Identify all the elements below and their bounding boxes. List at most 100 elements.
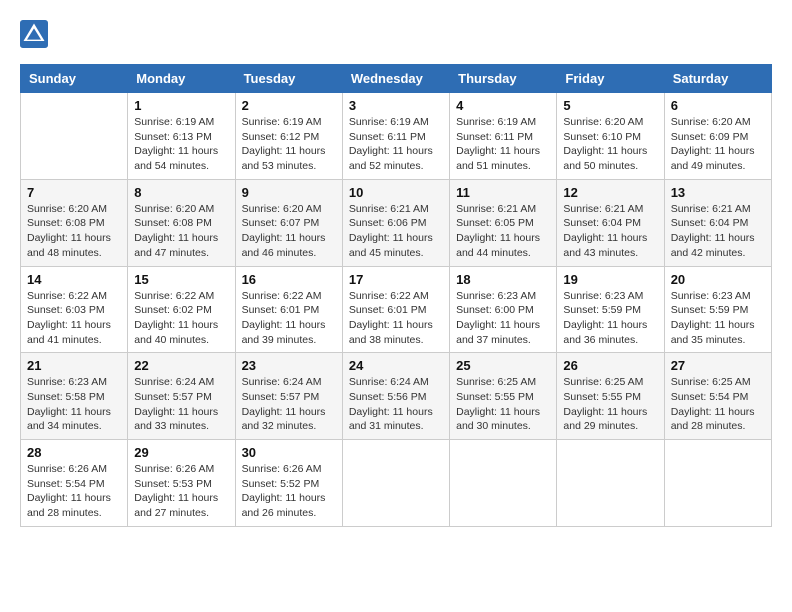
- day-info: Sunrise: 6:20 AM Sunset: 6:10 PM Dayligh…: [563, 115, 657, 174]
- calendar-day-cell: 15 Sunrise: 6:22 AM Sunset: 6:02 PM Dayli…: [128, 266, 235, 353]
- calendar-day-cell: 17 Sunrise: 6:22 AM Sunset: 6:01 PM Dayli…: [342, 266, 449, 353]
- day-info: Sunrise: 6:22 AM Sunset: 6:01 PM Dayligh…: [242, 289, 336, 348]
- calendar-day-cell: 26 Sunrise: 6:25 AM Sunset: 5:55 PM Dayli…: [557, 353, 664, 440]
- day-number: 29: [134, 445, 228, 460]
- day-info: Sunrise: 6:20 AM Sunset: 6:08 PM Dayligh…: [27, 202, 121, 261]
- page-header: [20, 20, 772, 48]
- calendar-week-row: 7 Sunrise: 6:20 AM Sunset: 6:08 PM Daylig…: [21, 179, 772, 266]
- calendar-week-row: 28 Sunrise: 6:26 AM Sunset: 5:54 PM Dayli…: [21, 440, 772, 527]
- day-info: Sunrise: 6:21 AM Sunset: 6:04 PM Dayligh…: [563, 202, 657, 261]
- day-info: Sunrise: 6:22 AM Sunset: 6:01 PM Dayligh…: [349, 289, 443, 348]
- calendar-day-cell: 22 Sunrise: 6:24 AM Sunset: 5:57 PM Dayli…: [128, 353, 235, 440]
- calendar-day-cell: [21, 93, 128, 180]
- calendar-day-cell: 18 Sunrise: 6:23 AM Sunset: 6:00 PM Dayli…: [450, 266, 557, 353]
- day-number: 11: [456, 185, 550, 200]
- logo-icon: [20, 20, 48, 48]
- calendar-day-cell: 11 Sunrise: 6:21 AM Sunset: 6:05 PM Dayli…: [450, 179, 557, 266]
- day-info: Sunrise: 6:21 AM Sunset: 6:05 PM Dayligh…: [456, 202, 550, 261]
- calendar-day-cell: 27 Sunrise: 6:25 AM Sunset: 5:54 PM Dayli…: [664, 353, 771, 440]
- calendar-day-cell: 20 Sunrise: 6:23 AM Sunset: 5:59 PM Dayli…: [664, 266, 771, 353]
- calendar-day-cell: [450, 440, 557, 527]
- calendar-day-header: Tuesday: [235, 65, 342, 93]
- day-number: 10: [349, 185, 443, 200]
- calendar-day-cell: 3 Sunrise: 6:19 AM Sunset: 6:11 PM Daylig…: [342, 93, 449, 180]
- calendar-day-header: Friday: [557, 65, 664, 93]
- calendar-week-row: 1Sunrise: 6:19 AM Sunset: 6:13 PM Daylig…: [21, 93, 772, 180]
- calendar-day-cell: 6 Sunrise: 6:20 AM Sunset: 6:09 PM Daylig…: [664, 93, 771, 180]
- day-info: Sunrise: 6:19 AM Sunset: 6:13 PM Dayligh…: [134, 115, 228, 174]
- day-number: 6: [671, 98, 765, 113]
- calendar-day-cell: 8Sunrise: 6:20 AM Sunset: 6:08 PM Daylig…: [128, 179, 235, 266]
- calendar-table: SundayMondayTuesdayWednesdayThursdayFrid…: [20, 64, 772, 527]
- day-number: 24: [349, 358, 443, 373]
- day-info: Sunrise: 6:21 AM Sunset: 6:06 PM Dayligh…: [349, 202, 443, 261]
- day-info: Sunrise: 6:22 AM Sunset: 6:02 PM Dayligh…: [134, 289, 228, 348]
- day-info: Sunrise: 6:20 AM Sunset: 6:08 PM Dayligh…: [134, 202, 228, 261]
- calendar-day-cell: [342, 440, 449, 527]
- calendar-day-cell: 16 Sunrise: 6:22 AM Sunset: 6:01 PM Dayli…: [235, 266, 342, 353]
- calendar-day-header: Saturday: [664, 65, 771, 93]
- day-number: 23: [242, 358, 336, 373]
- day-number: 30: [242, 445, 336, 460]
- day-info: Sunrise: 6:19 AM Sunset: 6:11 PM Dayligh…: [456, 115, 550, 174]
- calendar-day-cell: 10 Sunrise: 6:21 AM Sunset: 6:06 PM Dayli…: [342, 179, 449, 266]
- day-number: 25: [456, 358, 550, 373]
- calendar-day-cell: 25 Sunrise: 6:25 AM Sunset: 5:55 PM Dayli…: [450, 353, 557, 440]
- day-number: 3: [349, 98, 443, 113]
- calendar-day-cell: 28 Sunrise: 6:26 AM Sunset: 5:54 PM Dayli…: [21, 440, 128, 527]
- calendar-day-cell: 24 Sunrise: 6:24 AM Sunset: 5:56 PM Dayli…: [342, 353, 449, 440]
- day-info: Sunrise: 6:25 AM Sunset: 5:54 PM Dayligh…: [671, 375, 765, 434]
- day-number: 15: [134, 272, 228, 287]
- calendar-day-header: Wednesday: [342, 65, 449, 93]
- calendar-week-row: 14Sunrise: 6:22 AM Sunset: 6:03 PM Dayli…: [21, 266, 772, 353]
- day-info: Sunrise: 6:25 AM Sunset: 5:55 PM Dayligh…: [456, 375, 550, 434]
- day-number: 21: [27, 358, 121, 373]
- day-number: 19: [563, 272, 657, 287]
- calendar-day-cell: [664, 440, 771, 527]
- calendar-day-cell: 21 Sunrise: 6:23 AM Sunset: 5:58 PM Dayli…: [21, 353, 128, 440]
- day-info: Sunrise: 6:21 AM Sunset: 6:04 PM Dayligh…: [671, 202, 765, 261]
- day-number: 27: [671, 358, 765, 373]
- day-number: 26: [563, 358, 657, 373]
- day-info: Sunrise: 6:26 AM Sunset: 5:53 PM Dayligh…: [134, 462, 228, 521]
- day-number: 28: [27, 445, 121, 460]
- day-info: Sunrise: 6:23 AM Sunset: 6:00 PM Dayligh…: [456, 289, 550, 348]
- calendar-day-cell: 23 Sunrise: 6:24 AM Sunset: 5:57 PM Dayli…: [235, 353, 342, 440]
- day-info: Sunrise: 6:26 AM Sunset: 5:52 PM Dayligh…: [242, 462, 336, 521]
- day-number: 22: [134, 358, 228, 373]
- day-number: 20: [671, 272, 765, 287]
- calendar-day-header: Sunday: [21, 65, 128, 93]
- calendar-day-cell: 29 Sunrise: 6:26 AM Sunset: 5:53 PM Dayli…: [128, 440, 235, 527]
- calendar-day-cell: 5 Sunrise: 6:20 AM Sunset: 6:10 PM Daylig…: [557, 93, 664, 180]
- calendar-day-cell: 12 Sunrise: 6:21 AM Sunset: 6:04 PM Dayli…: [557, 179, 664, 266]
- calendar-week-row: 21 Sunrise: 6:23 AM Sunset: 5:58 PM Dayli…: [21, 353, 772, 440]
- calendar-day-cell: 19 Sunrise: 6:23 AM Sunset: 5:59 PM Dayli…: [557, 266, 664, 353]
- day-info: Sunrise: 6:24 AM Sunset: 5:56 PM Dayligh…: [349, 375, 443, 434]
- day-info: Sunrise: 6:24 AM Sunset: 5:57 PM Dayligh…: [134, 375, 228, 434]
- day-number: 18: [456, 272, 550, 287]
- day-info: Sunrise: 6:22 AM Sunset: 6:03 PM Dayligh…: [27, 289, 121, 348]
- calendar-day-cell: 4 Sunrise: 6:19 AM Sunset: 6:11 PM Daylig…: [450, 93, 557, 180]
- calendar-day-cell: [557, 440, 664, 527]
- day-number: 17: [349, 272, 443, 287]
- calendar-day-cell: 30 Sunrise: 6:26 AM Sunset: 5:52 PM Dayli…: [235, 440, 342, 527]
- day-info: Sunrise: 6:19 AM Sunset: 6:11 PM Dayligh…: [349, 115, 443, 174]
- day-info: Sunrise: 6:23 AM Sunset: 5:58 PM Dayligh…: [27, 375, 121, 434]
- day-number: 12: [563, 185, 657, 200]
- day-info: Sunrise: 6:20 AM Sunset: 6:09 PM Dayligh…: [671, 115, 765, 174]
- calendar-day-cell: 7 Sunrise: 6:20 AM Sunset: 6:08 PM Daylig…: [21, 179, 128, 266]
- calendar-day-cell: 1Sunrise: 6:19 AM Sunset: 6:13 PM Daylig…: [128, 93, 235, 180]
- day-info: Sunrise: 6:26 AM Sunset: 5:54 PM Dayligh…: [27, 462, 121, 521]
- day-info: Sunrise: 6:23 AM Sunset: 5:59 PM Dayligh…: [563, 289, 657, 348]
- day-number: 16: [242, 272, 336, 287]
- day-info: Sunrise: 6:24 AM Sunset: 5:57 PM Dayligh…: [242, 375, 336, 434]
- calendar-day-cell: 14Sunrise: 6:22 AM Sunset: 6:03 PM Dayli…: [21, 266, 128, 353]
- calendar-day-header: Monday: [128, 65, 235, 93]
- day-number: 7: [27, 185, 121, 200]
- day-number: 5: [563, 98, 657, 113]
- day-info: Sunrise: 6:23 AM Sunset: 5:59 PM Dayligh…: [671, 289, 765, 348]
- day-number: 13: [671, 185, 765, 200]
- calendar-day-cell: 2Sunrise: 6:19 AM Sunset: 6:12 PM Daylig…: [235, 93, 342, 180]
- day-number: 4: [456, 98, 550, 113]
- day-info: Sunrise: 6:25 AM Sunset: 5:55 PM Dayligh…: [563, 375, 657, 434]
